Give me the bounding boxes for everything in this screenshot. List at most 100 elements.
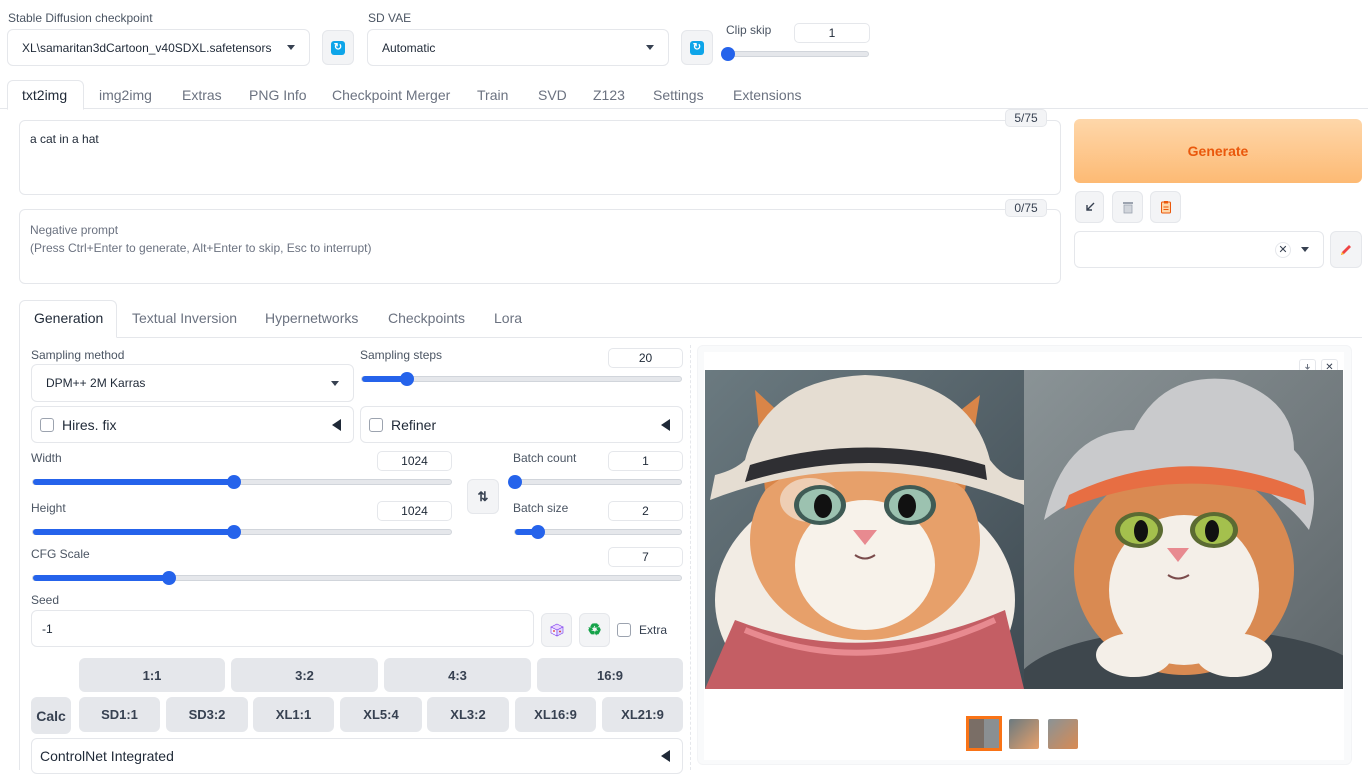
slider-thumb[interactable] [721,47,735,61]
hires-fix-accordion[interactable]: Hires. fix [31,406,354,443]
swap-icon: ⇅ [477,488,489,504]
edit-styles-button[interactable] [1330,231,1362,268]
tab-extensions[interactable]: Extensions [733,87,801,103]
tab-img2img[interactable]: img2img [99,87,152,103]
prompt-token-counter: 5/75 [1005,109,1047,127]
chevron-down-icon [331,380,339,386]
preset-sd1-1-button[interactable]: SD1:1 [79,697,160,732]
hires-fix-checkbox[interactable] [40,417,54,432]
height-slider[interactable] [32,525,452,539]
swap-dimensions-button[interactable]: ⇅ [467,479,499,514]
styles-dropdown[interactable]: ✕ [1074,231,1324,268]
sampling-steps-input[interactable]: 20 [608,348,683,368]
clip-skip-slider[interactable] [721,47,869,61]
cfg-scale-label: CFG Scale [31,547,90,561]
extra-seed-toggle[interactable]: Extra [617,623,667,637]
checkpoint-refresh-button[interactable]: ↻ [322,30,354,65]
slider-thumb[interactable] [508,475,522,489]
thumbnail-grid[interactable] [966,716,1002,751]
collapse-triangle-icon[interactable] [661,418,670,431]
aspect-16-9-button[interactable]: 16:9 [537,658,683,692]
preset-xl21-9-button[interactable]: XL21:9 [602,697,683,732]
extra-label: Extra [639,623,668,637]
close-icon[interactable]: ✕ [1275,241,1291,258]
prompt-textarea[interactable]: a cat in a hat [19,120,1061,195]
preset-xl5-4-button[interactable]: XL5:4 [340,697,422,732]
preset-sd3-2-button[interactable]: SD3:2 [166,697,248,732]
subtab-checkpoints[interactable]: Checkpoints [388,310,465,326]
batch-count-slider[interactable] [508,475,682,489]
refresh-icon: ↻ [331,40,345,55]
chevron-down-icon [1301,247,1309,252]
negative-prompt-textarea[interactable]: Negative prompt (Press Ctrl+Enter to gen… [19,209,1061,284]
clear-prompt-button[interactable] [1112,191,1143,223]
cat-image [705,375,1024,689]
preset-xl16-9-button[interactable]: XL16:9 [515,697,596,732]
chevron-down-icon [646,45,654,50]
vae-dropdown[interactable]: Automatic [367,29,669,66]
tab-txt2img[interactable]: txt2img [22,87,67,103]
cfg-scale-slider[interactable] [32,571,682,585]
vae-label: SD VAE [368,11,412,25]
random-seed-button[interactable] [541,613,572,647]
tab-z123[interactable]: Z123 [593,87,625,103]
vae-value: Automatic [382,40,436,55]
slider-thumb[interactable] [226,475,241,489]
output-image-1[interactable] [705,370,1024,689]
controlnet-accordion[interactable]: ControlNet Integrated [31,738,683,774]
tab-extras[interactable]: Extras [182,87,222,103]
preset-xl1-1-button[interactable]: XL1:1 [253,697,334,732]
batch-count-input[interactable]: 1 [608,451,683,471]
height-input[interactable]: 1024 [377,501,452,521]
thumbnail-image-1[interactable] [1009,719,1039,749]
checkpoint-dropdown[interactable]: XL\samaritan3dCartoon_v40SDXL.safetensor… [7,29,310,66]
negative-prompt-placeholder: Negative prompt (Press Ctrl+Enter to gen… [30,223,372,255]
width-input[interactable]: 1024 [377,451,452,471]
tab-svd[interactable]: SVD [538,87,567,103]
width-slider[interactable] [32,475,452,489]
prompt-text: a cat in a hat [30,132,99,146]
clip-skip-input[interactable]: 1 [794,23,870,43]
preset-xl3-2-button[interactable]: XL3:2 [427,697,509,732]
sampling-method-dropdown[interactable]: DPM++ 2M Karras [31,364,354,402]
trash-icon [1122,202,1133,214]
aspect-1-1-button[interactable]: 1:1 [79,658,225,692]
calc-button[interactable]: Calc [31,697,71,734]
generate-button[interactable]: Generate [1074,119,1362,183]
cfg-scale-input[interactable]: 7 [608,547,683,567]
batch-size-slider[interactable] [514,525,682,539]
width-label: Width [31,451,62,465]
subtab-textual-inversion[interactable]: Textual Inversion [132,310,237,326]
tab-png-info[interactable]: PNG Info [249,87,307,103]
thumbnail-image-2[interactable] [1048,719,1078,749]
batch-size-input[interactable]: 2 [608,501,683,521]
negative-token-counter: 0/75 [1005,199,1047,217]
refiner-accordion[interactable]: Refiner [360,406,683,443]
collapse-triangle-icon[interactable] [661,750,670,762]
extra-checkbox[interactable] [617,623,631,637]
pencil-icon [1341,244,1351,255]
clip-skip-label: Clip skip [726,23,772,37]
tab-train[interactable]: Train [477,87,508,103]
subtab-generation[interactable]: Generation [34,310,103,326]
subtab-hypernetworks[interactable]: Hypernetworks [265,310,358,326]
vae-refresh-button[interactable]: ↻ [681,30,713,65]
slider-thumb[interactable] [531,525,546,539]
slider-thumb[interactable] [162,571,177,585]
output-image-2[interactable] [1024,370,1343,689]
paste-button[interactable] [1150,191,1181,223]
reuse-seed-button[interactable]: ♻ [579,613,610,647]
read-params-button[interactable] [1075,191,1104,223]
refiner-checkbox[interactable] [369,417,383,432]
aspect-4-3-button[interactable]: 4:3 [384,658,531,692]
sampling-method-label: Sampling method [31,348,125,362]
aspect-3-2-button[interactable]: 3:2 [231,658,378,692]
tab-settings[interactable]: Settings [653,87,704,103]
sampling-steps-slider[interactable] [361,372,682,386]
subtab-lora[interactable]: Lora [494,310,522,326]
tab-checkpoint-merger[interactable]: Checkpoint Merger [332,87,450,103]
slider-thumb[interactable] [399,372,414,386]
seed-input[interactable]: -1 [31,610,534,647]
collapse-triangle-icon[interactable] [332,418,341,431]
slider-thumb[interactable] [226,525,241,539]
